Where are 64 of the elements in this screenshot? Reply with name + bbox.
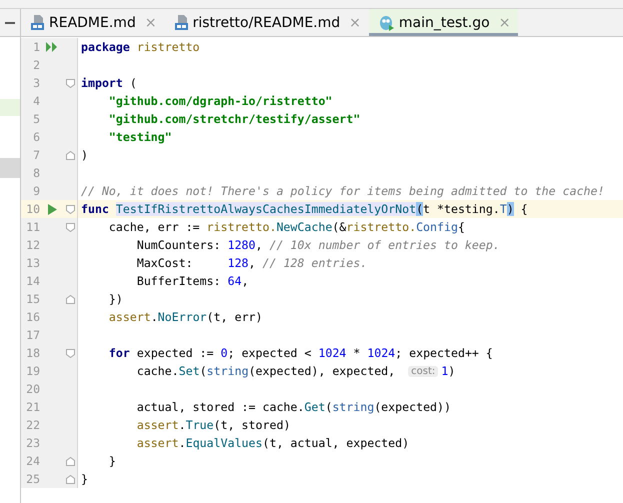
code-line: MaxCost: 128, // 128 entries. xyxy=(136,256,368,270)
run-icon[interactable] xyxy=(48,204,56,214)
code-line: NumCounters: 1280, // 10x number of entries to keep. xyxy=(136,238,500,252)
code-line: package ristretto xyxy=(81,40,200,54)
line-number: 22 xyxy=(25,418,40,432)
line-number: 18 xyxy=(25,346,40,360)
code-line: func TestIfRistrettoAlwaysCachesImmediatelyOrNot(t *testing.T) { xyxy=(81,202,528,216)
code-line: "github.com/stretchr/testify/assert" xyxy=(108,112,360,126)
unfold-icon[interactable] xyxy=(66,294,75,304)
minimize-icon[interactable] xyxy=(5,22,15,24)
line-number: 9 xyxy=(32,184,40,198)
code-line: import ( xyxy=(81,76,137,90)
line-number: 21 xyxy=(25,400,40,414)
code-line: } xyxy=(81,472,88,486)
line-number: 11 xyxy=(25,220,40,234)
code-line: "github.com/dgraph-io/ristretto" xyxy=(108,94,332,108)
fold-icon[interactable] xyxy=(66,204,75,214)
markdown-file-icon xyxy=(31,15,44,30)
line-number: 4 xyxy=(32,94,40,108)
line-number: 12 xyxy=(25,238,40,252)
line-number: 13 xyxy=(25,256,40,270)
code-line: // No, it does not! There's a policy for items being admitted to the cache! xyxy=(81,184,605,198)
line-number: 16 xyxy=(25,310,40,324)
line-number: 17 xyxy=(25,328,40,342)
line-number: 6 xyxy=(32,130,40,144)
unfold-icon[interactable] xyxy=(66,474,75,484)
code-line: cache.Set(string(expected), expected, cost: 1) xyxy=(136,364,456,378)
code-line: BufferItems: 64, xyxy=(136,274,249,288)
code-line: }) xyxy=(108,292,123,306)
line-number: 2 xyxy=(32,58,40,72)
line-number: 10 xyxy=(25,202,40,216)
editor-tab[interactable]: ristretto/README.md × xyxy=(164,9,369,36)
line-number: 15 xyxy=(25,292,40,306)
line-number: 7 xyxy=(32,148,40,162)
line-number: 8 xyxy=(32,166,40,180)
code-line: } xyxy=(108,454,116,468)
fold-icon[interactable] xyxy=(66,222,75,232)
code-line: cache, err := ristretto.NewCache(&ristretto.Config{ xyxy=(108,220,465,234)
line-number: 23 xyxy=(25,436,40,450)
editor-tab[interactable]: README.md × xyxy=(21,9,165,36)
editor-tab[interactable]: main_test.go × xyxy=(368,9,518,36)
line-number: 20 xyxy=(25,382,40,396)
code-line: assert.True(t, stored) xyxy=(136,418,290,432)
run-all-icon[interactable] xyxy=(46,42,58,52)
code-line: assert.EqualValues(t, actual, expected) xyxy=(136,436,410,450)
line-number: 19 xyxy=(25,364,40,378)
fold-icon[interactable] xyxy=(66,348,75,358)
code-line: "testing" xyxy=(108,130,172,144)
line-number: 5 xyxy=(32,112,40,126)
line-number: 25 xyxy=(25,472,40,486)
code-line: for expected := 0; expected < 1024 * 1024; expected++ { xyxy=(108,346,493,360)
line-number: 24 xyxy=(25,454,40,468)
line-number: 1 xyxy=(32,40,40,54)
line-number: 14 xyxy=(25,274,40,288)
code-line: assert.NoError(t, err) xyxy=(108,310,263,324)
sidebar-row-highlight xyxy=(0,99,20,116)
markdown-file-icon xyxy=(174,15,188,30)
line-number: 3 xyxy=(32,76,40,90)
code-line: actual, stored := cache.Get(string(expected)) xyxy=(136,400,451,414)
code-line: ) xyxy=(81,148,88,162)
unfold-icon[interactable] xyxy=(66,456,75,466)
gopher-file-icon xyxy=(378,14,394,30)
unfold-icon[interactable] xyxy=(66,150,75,160)
fold-icon[interactable] xyxy=(66,78,75,88)
